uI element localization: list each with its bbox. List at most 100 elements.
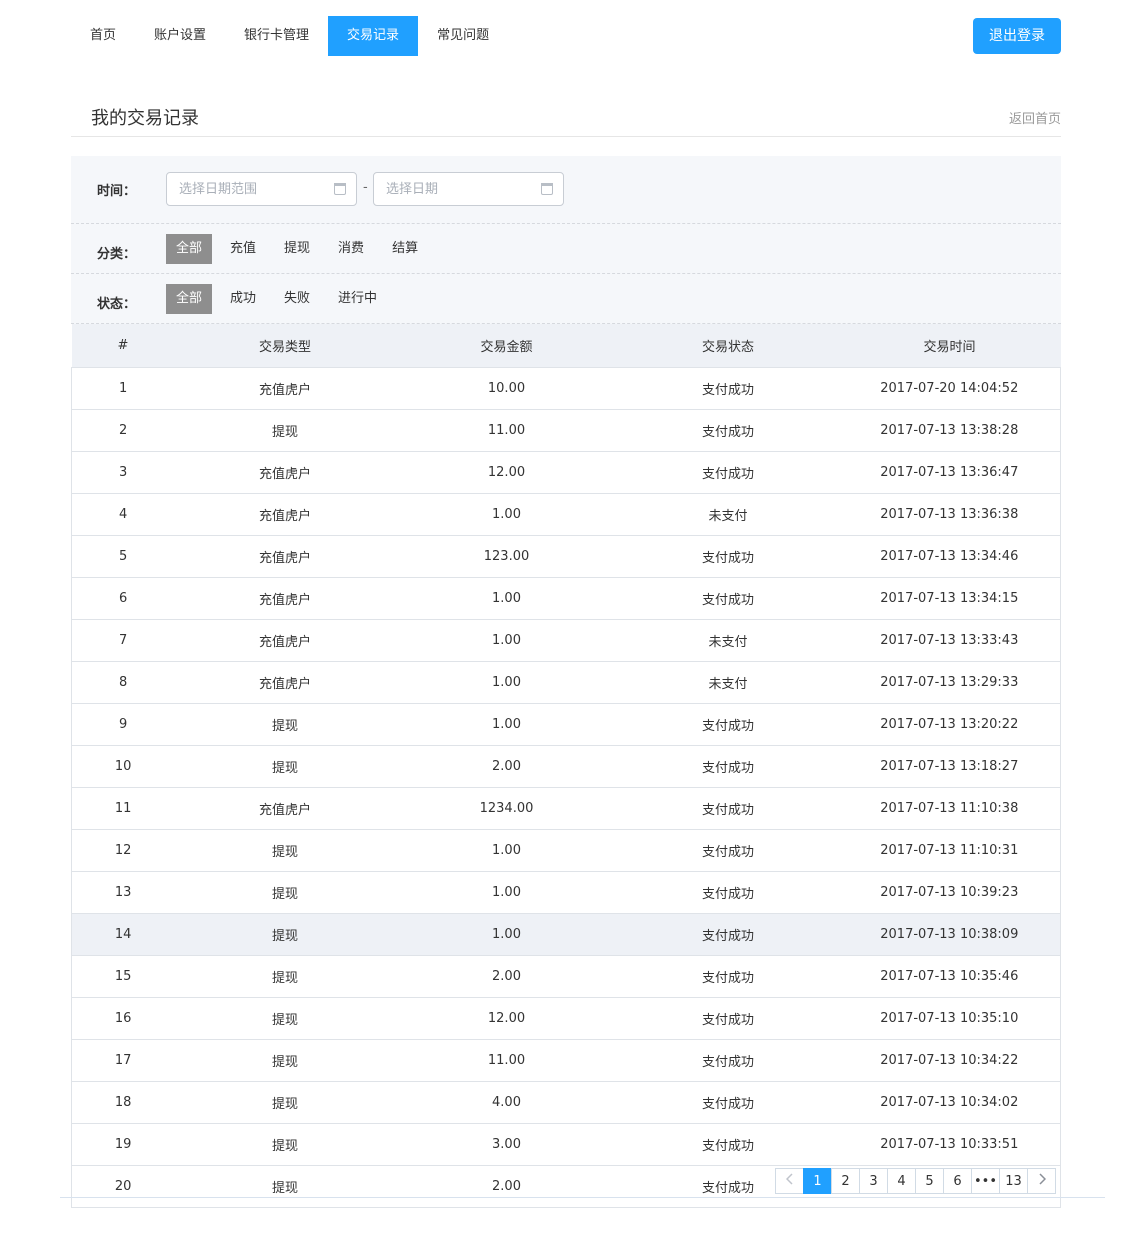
table-row[interactable]: 7 充值虎户 1.00 未支付 2017-07-13 13:33:43	[71, 619, 1061, 662]
cell-time: 2017-07-13 10:34:02	[838, 1081, 1061, 1124]
category-chip-settle[interactable]: 结算	[382, 234, 428, 264]
category-chip-all[interactable]: 全部	[166, 234, 213, 264]
cell-time: 2017-07-13 10:34:22	[838, 1039, 1061, 1082]
cell-index: 15	[71, 955, 175, 998]
category-chips: 全部 充值 提现 消费 结算	[166, 234, 436, 264]
table-row[interactable]: 10 提现 2.00 支付成功 2017-07-13 13:18:27	[71, 745, 1061, 788]
logout-button[interactable]: 退出登录	[973, 18, 1061, 54]
start-date-input[interactable]	[177, 181, 331, 198]
cell-type: 充值虎户	[174, 787, 396, 830]
table-row[interactable]: 9 提现 1.00 支付成功 2017-07-13 13:20:22	[71, 703, 1061, 746]
category-chip-consume[interactable]: 消费	[328, 234, 374, 264]
page-button-13[interactable]: 13	[999, 1168, 1028, 1194]
table-row[interactable]: 6 充值虎户 1.00 支付成功 2017-07-13 13:34:15	[71, 577, 1061, 620]
table-row[interactable]: 15 提现 2.00 支付成功 2017-07-13 10:35:46	[71, 955, 1061, 998]
cell-type: 充值虎户	[174, 451, 396, 494]
category-filter-row: 分类： 全部 充值 提现 消费 结算	[71, 223, 1061, 274]
cell-index: 8	[71, 661, 175, 704]
category-chip-recharge[interactable]: 充值	[220, 234, 266, 264]
nav-item-account-settings[interactable]: 账户设置	[135, 16, 225, 56]
nav-item-faq[interactable]: 常见问题	[418, 16, 508, 56]
status-chip-pending[interactable]: 进行中	[328, 284, 387, 314]
start-date-picker[interactable]	[166, 172, 357, 206]
cell-index: 1	[71, 367, 175, 410]
category-chip-withdraw[interactable]: 提现	[274, 234, 320, 264]
back-home-link[interactable]: 返回首页	[1009, 108, 1061, 127]
page-ellipsis[interactable]: •••	[971, 1168, 1000, 1194]
status-chips: 全部 成功 失败 进行中	[166, 284, 395, 314]
page-button-6[interactable]: 6	[943, 1168, 972, 1194]
end-date-picker[interactable]	[373, 172, 564, 206]
cell-time: 2017-07-13 13:20:22	[838, 703, 1061, 746]
status-chip-success[interactable]: 成功	[220, 284, 266, 314]
table-row[interactable]: 5 充值虎户 123.00 支付成功 2017-07-13 13:34:46	[71, 535, 1061, 578]
table-header-row: # 交易类型 交易金额 交易状态 交易时间	[71, 324, 1061, 368]
cell-type: 提现	[174, 1081, 396, 1124]
cell-type: 充值虎户	[174, 577, 396, 620]
table-row[interactable]: 8 充值虎户 1.00 未支付 2017-07-13 13:29:33	[71, 661, 1061, 704]
cell-status: 支付成功	[617, 745, 839, 788]
cell-type: 提现	[174, 409, 396, 452]
cell-index: 7	[71, 619, 175, 662]
cell-time: 2017-07-13 11:10:31	[838, 829, 1061, 872]
page-button-2[interactable]: 2	[831, 1168, 860, 1194]
column-header-index: #	[71, 324, 175, 368]
table-row[interactable]: 3 充值虎户 12.00 支付成功 2017-07-13 13:36:47	[71, 451, 1061, 494]
time-filter-row: 时间： -	[71, 156, 1061, 224]
cell-type: 充值虎户	[174, 493, 396, 536]
status-chip-all[interactable]: 全部	[166, 284, 213, 314]
cell-status: 支付成功	[617, 787, 839, 830]
next-page-button[interactable]	[1027, 1168, 1056, 1194]
page-button-1[interactable]: 1	[803, 1168, 832, 1194]
table-row[interactable]: 11 充值虎户 1234.00 支付成功 2017-07-13 11:10:38	[71, 787, 1061, 830]
cell-index: 3	[71, 451, 175, 494]
table-row[interactable]: 17 提现 11.00 支付成功 2017-07-13 10:34:22	[71, 1039, 1061, 1082]
cell-status: 未支付	[617, 493, 839, 536]
table-row[interactable]: 18 提现 4.00 支付成功 2017-07-13 10:34:02	[71, 1081, 1061, 1124]
nav-item-transactions[interactable]: 交易记录	[328, 16, 419, 56]
table-row[interactable]: 19 提现 3.00 支付成功 2017-07-13 10:33:51	[71, 1123, 1061, 1166]
table-row[interactable]: 14 提现 1.00 支付成功 2017-07-13 10:38:09	[71, 913, 1061, 956]
footer-divider	[60, 1197, 1105, 1198]
cell-index: 6	[71, 577, 175, 620]
cell-type: 提现	[174, 1123, 396, 1166]
cell-time: 2017-07-13 13:34:46	[838, 535, 1061, 578]
column-header-type: 交易类型	[174, 324, 396, 368]
cell-index: 18	[71, 1081, 175, 1124]
pagination: 1 2 3 4 5 6 ••• 13	[775, 1168, 1056, 1194]
cell-status: 支付成功	[617, 955, 839, 998]
cell-amount: 11.00	[395, 1039, 618, 1082]
page-button-4[interactable]: 4	[887, 1168, 916, 1194]
nav-item-home[interactable]: 首页	[71, 16, 135, 56]
cell-status: 支付成功	[617, 703, 839, 746]
cell-amount: 3.00	[395, 1123, 618, 1166]
table-row[interactable]: 2 提现 11.00 支付成功 2017-07-13 13:38:28	[71, 409, 1061, 452]
cell-type: 提现	[174, 1039, 396, 1082]
cell-time: 2017-07-13 13:36:38	[838, 493, 1061, 536]
table-row[interactable]: 4 充值虎户 1.00 未支付 2017-07-13 13:36:38	[71, 493, 1061, 536]
table-row[interactable]: 1 充值虎户 10.00 支付成功 2017-07-20 14:04:52	[71, 367, 1061, 410]
chevron-left-icon	[785, 1173, 793, 1185]
table-row[interactable]: 16 提现 12.00 支付成功 2017-07-13 10:35:10	[71, 997, 1061, 1040]
status-chip-failed[interactable]: 失败	[274, 284, 320, 314]
cell-time: 2017-07-13 10:35:46	[838, 955, 1061, 998]
table-row[interactable]: 12 提现 1.00 支付成功 2017-07-13 11:10:31	[71, 829, 1061, 872]
cell-index: 11	[71, 787, 175, 830]
end-date-input[interactable]	[384, 181, 538, 198]
nav-item-bank-cards[interactable]: 银行卡管理	[225, 16, 328, 56]
cell-type: 提现	[174, 955, 396, 998]
cell-index: 4	[71, 493, 175, 536]
cell-time: 2017-07-13 13:34:15	[838, 577, 1061, 620]
cell-time: 2017-07-13 13:36:47	[838, 451, 1061, 494]
cell-amount: 1.00	[395, 493, 618, 536]
cell-status: 支付成功	[617, 871, 839, 914]
cell-status: 未支付	[617, 619, 839, 662]
cell-time: 2017-07-13 13:29:33	[838, 661, 1061, 704]
cell-amount: 10.00	[395, 367, 618, 410]
page-button-5[interactable]: 5	[915, 1168, 944, 1194]
page-button-3[interactable]: 3	[859, 1168, 888, 1194]
cell-index: 16	[71, 997, 175, 1040]
prev-page-button[interactable]	[775, 1168, 804, 1194]
table-row[interactable]: 13 提现 1.00 支付成功 2017-07-13 10:39:23	[71, 871, 1061, 914]
cell-status: 支付成功	[617, 367, 839, 410]
